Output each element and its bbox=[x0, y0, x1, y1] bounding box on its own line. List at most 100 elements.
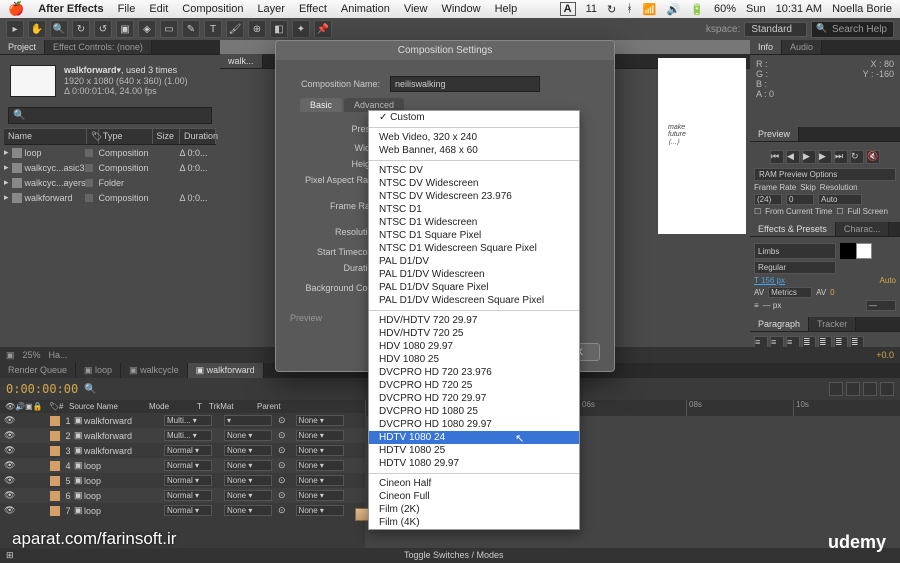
layer-row[interactable]: 👁7▣loopNormal ▾None ▾⊙None ▾ bbox=[0, 503, 365, 518]
shape-tool-icon[interactable]: ▭ bbox=[160, 20, 178, 38]
preview-resolution[interactable]: Auto bbox=[818, 194, 862, 205]
composition-viewer[interactable]: makefuture⟨...⟩ bbox=[630, 58, 750, 238]
preset-option[interactable]: Cineon Half bbox=[369, 477, 579, 490]
font-size-field[interactable]: T 156 px bbox=[754, 276, 785, 285]
tl-opt1-icon[interactable] bbox=[829, 382, 843, 396]
preset-option[interactable]: Web Banner, 468 x 60 bbox=[369, 144, 579, 157]
last-frame-icon[interactable]: ⏭ bbox=[834, 150, 848, 164]
wifi-icon[interactable]: 📶 bbox=[643, 3, 657, 16]
preset-option[interactable]: PAL D1/DV Square Pixel bbox=[369, 281, 579, 294]
rotate-tool-icon[interactable]: ↺ bbox=[94, 20, 112, 38]
timeline-tab[interactable]: ▣ walkcycle bbox=[121, 363, 188, 378]
resolution-select[interactable]: Ha... bbox=[49, 350, 68, 360]
preset-option[interactable]: NTSC DV Widescreen 23.976 bbox=[369, 190, 579, 203]
tab-tracker[interactable]: Tracker bbox=[809, 317, 856, 331]
project-item[interactable]: ▸walkcyc...asic3CompositionΔ 0:0... bbox=[4, 160, 216, 175]
preset-option[interactable]: Film (4K) bbox=[369, 516, 579, 529]
zoom-level[interactable]: 25% bbox=[23, 350, 41, 360]
preset-option[interactable]: NTSC DV Widescreen bbox=[369, 177, 579, 190]
preview-fps[interactable]: (24) bbox=[754, 194, 782, 205]
preset-option[interactable]: DVCPRO HD 1080 25 bbox=[369, 405, 579, 418]
bluetooth-icon[interactable]: ᚼ bbox=[626, 3, 633, 15]
preset-option[interactable]: Film (2K) bbox=[369, 503, 579, 516]
preset-option[interactable]: PAL D1/DV bbox=[369, 255, 579, 268]
puppet-tool-icon[interactable]: 📌 bbox=[314, 20, 332, 38]
fullscreen-check[interactable]: ☐ bbox=[836, 207, 843, 216]
leading-field[interactable]: Auto bbox=[880, 276, 896, 285]
menu-file[interactable]: File bbox=[118, 3, 136, 15]
search-help-input[interactable]: Search Help bbox=[811, 24, 894, 35]
preset-option[interactable]: NTSC D1 bbox=[369, 203, 579, 216]
toggle-switches[interactable]: Toggle Switches / Modes bbox=[404, 550, 504, 561]
tl-opt4-icon[interactable] bbox=[880, 382, 894, 396]
preset-option[interactable]: NTSC D1 Widescreen bbox=[369, 216, 579, 229]
selection-tool-icon[interactable]: ▸ bbox=[6, 20, 24, 38]
prev-frame-icon[interactable]: ◀ bbox=[786, 150, 800, 164]
zoom-tool-icon[interactable]: 🔍 bbox=[50, 20, 68, 38]
current-timecode[interactable]: 0:00:00:00 bbox=[6, 382, 78, 396]
tab-basic[interactable]: Basic bbox=[300, 98, 342, 112]
stroke-color-swatch[interactable] bbox=[856, 243, 872, 259]
exposure-value[interactable]: +0.0 bbox=[876, 350, 894, 360]
tracking-value[interactable]: 0 bbox=[830, 288, 834, 297]
stamp-tool-icon[interactable]: ⊕ bbox=[248, 20, 266, 38]
stroke-width[interactable]: — px bbox=[763, 301, 782, 310]
layer-row[interactable]: 👁6▣loopNormal ▾None ▾⊙None ▾ bbox=[0, 488, 365, 503]
timeline-tab[interactable]: ▣ loop bbox=[76, 363, 121, 378]
volume-icon[interactable]: 🔊 bbox=[667, 3, 681, 16]
layer-row[interactable]: 👁1▣walkforwardMulti... ▾ ▾⊙None ▾ bbox=[0, 413, 365, 428]
stroke-style[interactable]: — bbox=[866, 300, 896, 311]
preset-option[interactable]: HDTV 1080 29.97 bbox=[369, 457, 579, 470]
layer-row[interactable]: 👁2▣walkforwardMulti... ▾None ▾⊙None ▾ bbox=[0, 428, 365, 443]
preset-option[interactable]: NTSC D1 Square Pixel bbox=[369, 229, 579, 242]
pen-tool-icon[interactable]: ✎ bbox=[182, 20, 200, 38]
text-tool-icon[interactable]: T bbox=[204, 20, 222, 38]
tab-paragraph[interactable]: Paragraph bbox=[750, 317, 809, 331]
tl-opt3-icon[interactable] bbox=[863, 382, 877, 396]
menu-layer[interactable]: Layer bbox=[257, 3, 285, 15]
hand-tool-icon[interactable]: ✋ bbox=[28, 20, 46, 38]
preset-option[interactable]: HDTV 1080 25 bbox=[369, 444, 579, 457]
preset-option[interactable]: NTSC D1 Widescreen Square Pixel bbox=[369, 242, 579, 255]
from-current-check[interactable]: ☐ bbox=[754, 207, 761, 216]
preset-option[interactable]: DVCPRO HD 1080 29.97 bbox=[369, 418, 579, 431]
preset-option[interactable]: NTSC DV bbox=[369, 164, 579, 177]
kerning-select[interactable]: Metrics bbox=[768, 287, 812, 298]
tab-info[interactable]: Info bbox=[750, 40, 782, 54]
tab-audio[interactable]: Audio bbox=[782, 40, 822, 54]
menu-edit[interactable]: Edit bbox=[149, 3, 168, 15]
preset-option[interactable]: DVCPRO HD 720 25 bbox=[369, 379, 579, 392]
ram-preview-dropdown[interactable]: RAM Preview Options bbox=[754, 168, 896, 181]
eraser-tool-icon[interactable]: ◧ bbox=[270, 20, 288, 38]
project-item[interactable]: ▸walkcyc...ayersFolder bbox=[4, 175, 216, 190]
preset-option[interactable]: DVCPRO HD 720 29.97 bbox=[369, 392, 579, 405]
layer-row[interactable]: 👁5▣loopNormal ▾None ▾⊙None ▾ bbox=[0, 473, 365, 488]
pan-behind-tool-icon[interactable]: ◈ bbox=[138, 20, 156, 38]
tab-effects-presets[interactable]: Effects & Presets bbox=[750, 222, 836, 236]
tl-opt2-icon[interactable] bbox=[846, 382, 860, 396]
layer-row[interactable]: 👁3▣walkforwardNormal ▾None ▾⊙None ▾ bbox=[0, 443, 365, 458]
preset-option[interactable]: Cineon Full bbox=[369, 490, 579, 503]
app-menu[interactable]: After Effects bbox=[38, 3, 103, 15]
roto-tool-icon[interactable]: ✦ bbox=[292, 20, 310, 38]
twirl-icon[interactable]: ⊞ bbox=[6, 550, 14, 561]
layer-row[interactable]: 👁4▣loopNormal ▾None ▾⊙None ▾ bbox=[0, 458, 365, 473]
fill-color-swatch[interactable] bbox=[840, 243, 856, 259]
play-icon[interactable]: ▶ bbox=[802, 150, 816, 164]
viewer-tab[interactable]: walk... bbox=[220, 54, 263, 68]
project-item[interactable]: ▸walkforwardCompositionΔ 0:0... bbox=[4, 190, 216, 205]
menu-view[interactable]: View bbox=[404, 3, 428, 15]
zoom-out-icon[interactable]: ▣ bbox=[6, 350, 15, 361]
preset-option[interactable]: PAL D1/DV Widescreen bbox=[369, 268, 579, 281]
battery-icon[interactable]: 🔋 bbox=[690, 3, 704, 16]
mute-icon[interactable]: 🔇 bbox=[866, 150, 880, 164]
timeline-tab[interactable]: ▣ walkforward bbox=[188, 363, 264, 378]
orbit-tool-icon[interactable]: ↻ bbox=[72, 20, 90, 38]
tab-preview[interactable]: Preview bbox=[750, 127, 799, 141]
first-frame-icon[interactable]: ⏮ bbox=[770, 150, 784, 164]
timeline-tab[interactable]: Render Queue bbox=[0, 363, 76, 378]
preset-option[interactable]: PAL D1/DV Widescreen Square Pixel bbox=[369, 294, 579, 307]
preset-option[interactable]: HDV/HDTV 720 25 bbox=[369, 327, 579, 340]
next-frame-icon[interactable]: ▶ bbox=[818, 150, 832, 164]
brush-tool-icon[interactable]: 🖌 bbox=[226, 20, 244, 38]
